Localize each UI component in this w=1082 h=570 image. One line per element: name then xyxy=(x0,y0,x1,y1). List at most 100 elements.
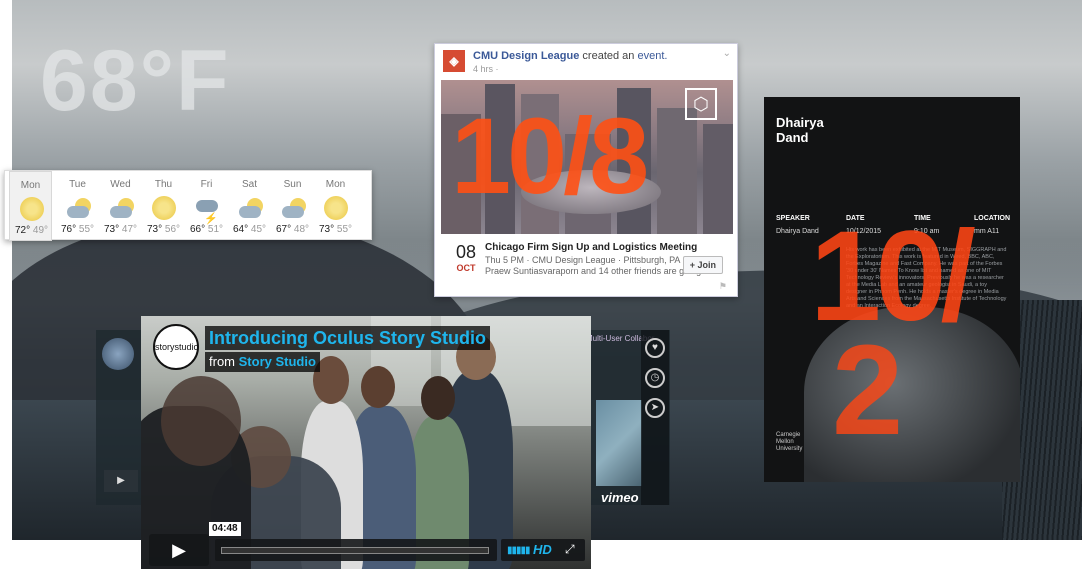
forecast-day[interactable]: Tue 76° 55° xyxy=(56,171,99,241)
forecast-low: 55° xyxy=(78,224,95,235)
facebook-event-post: ◈ CMU Design League created an event. 4 … xyxy=(434,43,738,297)
forecast-high: 66° xyxy=(189,224,206,235)
chevron-down-icon[interactable]: ⌄ xyxy=(723,48,731,59)
forecast-day-label: Thu xyxy=(154,179,173,190)
speaker-label: SPEAKER xyxy=(776,215,810,222)
event-details: Thu 5 PM · CMU Design League · Pittsburg… xyxy=(485,255,681,265)
location-label: LOCATION xyxy=(974,215,1011,222)
forecast-day-label: Sun xyxy=(283,179,302,190)
post-header: CMU Design League created an event. xyxy=(473,50,667,62)
forecast-day-label: Wed xyxy=(110,179,131,190)
forecast-temps: 72° 49° xyxy=(10,225,53,236)
progress-track[interactable] xyxy=(215,539,497,561)
cube-logo-icon: ⬡ xyxy=(685,88,717,120)
event-day: 08 xyxy=(455,242,477,262)
event-title[interactable]: Chicago Firm Sign Up and Logistics Meeti… xyxy=(485,242,697,253)
byline-prefix: from xyxy=(209,354,235,369)
person-head xyxy=(421,376,455,420)
forecast-day-label: Sat xyxy=(241,179,257,190)
timestamp: 04:48 xyxy=(209,522,241,536)
university-logo: Carnegie Mellon University xyxy=(776,432,803,452)
event-date-block: 08 OCT xyxy=(451,242,481,273)
forecast-low: 51° xyxy=(207,224,224,235)
person-head xyxy=(361,366,395,408)
forecast-low: 55° xyxy=(336,224,353,235)
poster-date-overlay-bottom: 2 xyxy=(832,319,904,462)
right-controls: ▮▮▮▮▮ HD ⤢ xyxy=(501,539,585,561)
story-studio-badge[interactable]: storystudio xyxy=(153,324,199,370)
partly-cloudy-icon xyxy=(108,196,134,222)
video-title[interactable]: Introducing Oculus Story Studio xyxy=(205,326,490,350)
join-button[interactable]: + Join xyxy=(682,256,723,274)
forecast-temps: 73° 56° xyxy=(142,224,185,235)
post-action-text: created an xyxy=(582,50,635,62)
forecast-day[interactable]: Thu 73° 56° xyxy=(142,171,185,241)
speaker-name-title: Dhairya Dand xyxy=(776,115,824,145)
forecast-high: 67° xyxy=(275,224,292,235)
forecast-temps: 76° 55° xyxy=(56,224,99,235)
sunny-icon xyxy=(323,196,349,222)
play-icon[interactable]: ▶ xyxy=(104,470,138,492)
video-byline: from Story Studio xyxy=(205,352,320,372)
temperature-readout: 68°F xyxy=(40,33,231,129)
forecast-day[interactable]: Wed 73° 47° xyxy=(99,171,142,241)
video-thumbnail xyxy=(596,400,642,486)
video-controls: ▶ 04:48 ▮▮▮▮▮ HD ⤢ xyxy=(141,522,591,569)
byline-author[interactable]: Story Studio xyxy=(239,354,316,369)
location-value: mm A11 xyxy=(974,228,1000,235)
forecast-low: 47° xyxy=(121,224,138,235)
collage-scene: 68°F Mon 72° 49° Tue 76° 55° Wed 73° 47°… xyxy=(0,0,1082,570)
post-timestamp[interactable]: 4 hrs · xyxy=(473,64,499,74)
clock-icon[interactable]: ◷ xyxy=(645,368,665,388)
play-button[interactable]: ▶ xyxy=(149,534,209,566)
fullscreen-icon[interactable]: ⤢ xyxy=(565,542,575,557)
weather-forecast-widget: Mon 72° 49° Tue 76° 55° Wed 73° 47° Thu … xyxy=(4,170,372,241)
friends-going[interactable]: Praew Suntiasvaraporn and 14 other frien… xyxy=(485,266,701,276)
forecast-day[interactable]: Mon 73° 55° xyxy=(314,171,357,241)
heart-icon[interactable]: ♥ xyxy=(645,338,665,358)
page-avatar[interactable]: ◈ xyxy=(443,50,465,72)
sunny-icon xyxy=(19,197,45,223)
forecast-temps: 73° 47° xyxy=(99,224,142,235)
video-player[interactable]: storystudio Introducing Oculus Story Stu… xyxy=(141,316,591,569)
building xyxy=(703,124,733,234)
progress-bar[interactable] xyxy=(221,547,489,554)
forecast-day-label: Mon xyxy=(325,179,346,190)
forecast-day-label: Mon xyxy=(20,180,41,191)
date-overlay: 10/8 xyxy=(451,95,649,216)
event-cover-photo[interactable]: ⬡ 10/8 xyxy=(441,80,733,234)
event-link[interactable]: event. xyxy=(637,50,667,62)
forecast-low: 48° xyxy=(293,224,310,235)
volume-icon[interactable]: ▮▮▮▮▮ xyxy=(507,545,530,556)
forecast-temps: 67° 48° xyxy=(271,224,314,235)
forecast-temps: 66° 51° xyxy=(185,224,228,235)
forecast-high: 73° xyxy=(146,224,163,235)
forecast-day-label: Fri xyxy=(200,179,213,190)
partly-cloudy-icon xyxy=(280,196,306,222)
forecast-day[interactable]: Mon 72° 49° xyxy=(9,171,52,241)
share-icon[interactable]: ➤ xyxy=(645,398,665,418)
forecast-high: 73° xyxy=(318,224,335,235)
forecast-temps: 64° 45° xyxy=(228,224,271,235)
forecast-high: 73° xyxy=(103,224,120,235)
vimeo-logo: vimeo xyxy=(601,490,639,505)
page-name-link[interactable]: CMU Design League xyxy=(473,50,579,62)
forecast-high: 76° xyxy=(60,224,77,235)
forecast-high: 64° xyxy=(232,224,249,235)
forecast-low: 45° xyxy=(250,224,267,235)
forecast-day[interactable]: Sat 64° 45° xyxy=(228,171,271,241)
forecast-temps: 73° 55° xyxy=(314,224,357,235)
person-head xyxy=(161,376,241,466)
hd-button[interactable]: HD xyxy=(533,542,552,557)
forecast-day[interactable]: Sun 67° 48° xyxy=(271,171,314,241)
channel-avatar[interactable] xyxy=(102,338,134,370)
event-month: OCT xyxy=(456,263,476,273)
forecast-day-label: Tue xyxy=(69,179,86,190)
partly-cloudy-icon xyxy=(237,196,263,222)
forecast-high: 72° xyxy=(14,225,31,236)
forecast-day[interactable]: Fri ⚡ 66° 51° xyxy=(185,171,228,241)
flag-icon[interactable]: ⚑ xyxy=(719,281,727,292)
forecast-low: 56° xyxy=(164,224,181,235)
building xyxy=(657,108,697,234)
forecast-low: 49° xyxy=(32,225,49,236)
